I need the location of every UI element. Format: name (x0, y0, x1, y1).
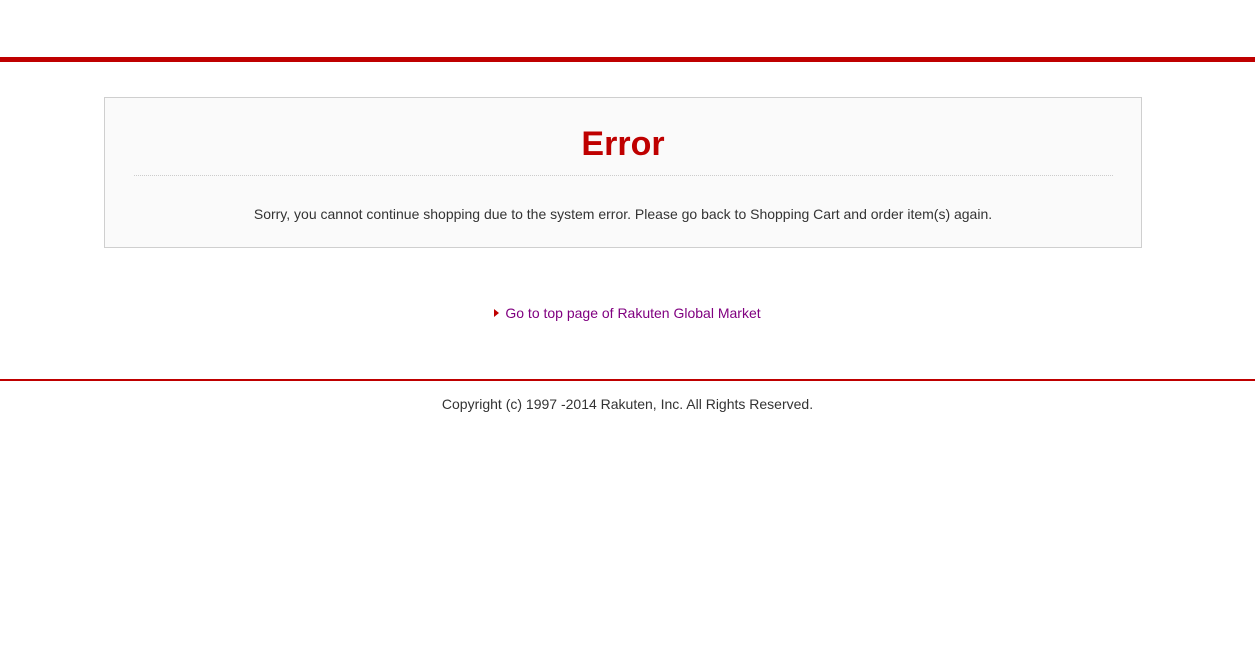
copyright-text: Copyright (c) 1997 -2014 Rakuten, Inc. A… (441, 396, 814, 412)
error-title: Error (581, 125, 665, 163)
footer-divider (0, 379, 1255, 381)
header-accent-bar (0, 57, 1255, 62)
top-page-link-container: Go to top page of Rakuten Global Market (0, 302, 1255, 324)
page: Error Sorry, you cannot continue shoppin… (0, 0, 1255, 653)
caret-right-icon (494, 309, 500, 317)
top-page-link[interactable]: Go to top page of Rakuten Global Market (494, 305, 761, 321)
error-message: Sorry, you cannot continue shopping due … (253, 206, 993, 222)
error-divider (134, 175, 1113, 176)
error-panel: Error Sorry, you cannot continue shoppin… (104, 97, 1142, 248)
top-page-link-label: Go to top page of Rakuten Global Market (505, 305, 761, 321)
